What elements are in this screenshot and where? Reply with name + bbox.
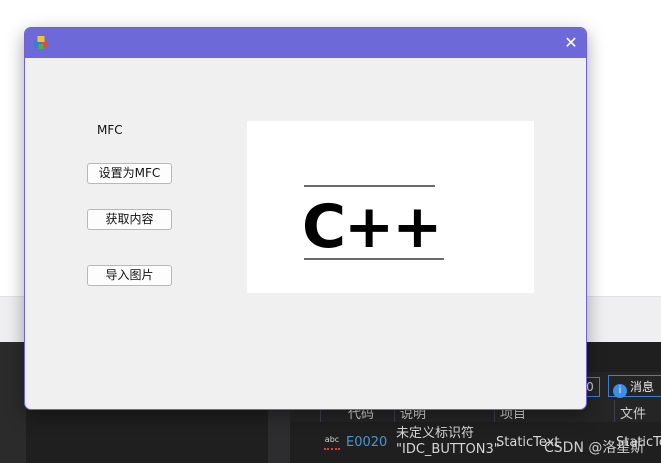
messages-filter-button[interactable]: i 消息 [608, 375, 661, 398]
get-content-button[interactable]: 获取内容 [87, 209, 172, 230]
image-text: C++ [302, 192, 441, 262]
picture-control: C++ [247, 121, 534, 293]
mfc-dialog: ✕ MFC 设置为MFC 获取内容 导入图片 C++ [24, 27, 587, 410]
close-button[interactable]: ✕ [556, 28, 586, 58]
error-description-line2: "IDC_BUTTON3" [396, 442, 500, 457]
error-description-line1: 未定义标识符 [396, 426, 475, 441]
ide-left-margin [0, 342, 26, 463]
set-mfc-button[interactable]: 设置为MFC [87, 163, 172, 184]
title-bar[interactable]: ✕ [25, 28, 586, 58]
error-code[interactable]: E0020 [346, 435, 387, 450]
static-text: MFC [97, 123, 123, 137]
column-separator [614, 400, 615, 422]
app-icon [34, 36, 48, 49]
watermark: CSDN @洛星斯 [544, 440, 645, 456]
error-squiggle-icon: abc [324, 436, 340, 450]
messages-label: 消息 [630, 380, 655, 394]
close-icon: ✕ [564, 33, 578, 52]
column-file[interactable]: 文件 [620, 403, 646, 422]
import-image-button[interactable]: 导入图片 [87, 265, 172, 286]
cpp-image: C++ [302, 185, 444, 262]
error-description: 未定义标识符 "IDC_BUTTON3" [396, 426, 500, 458]
info-icon: i [613, 384, 627, 398]
